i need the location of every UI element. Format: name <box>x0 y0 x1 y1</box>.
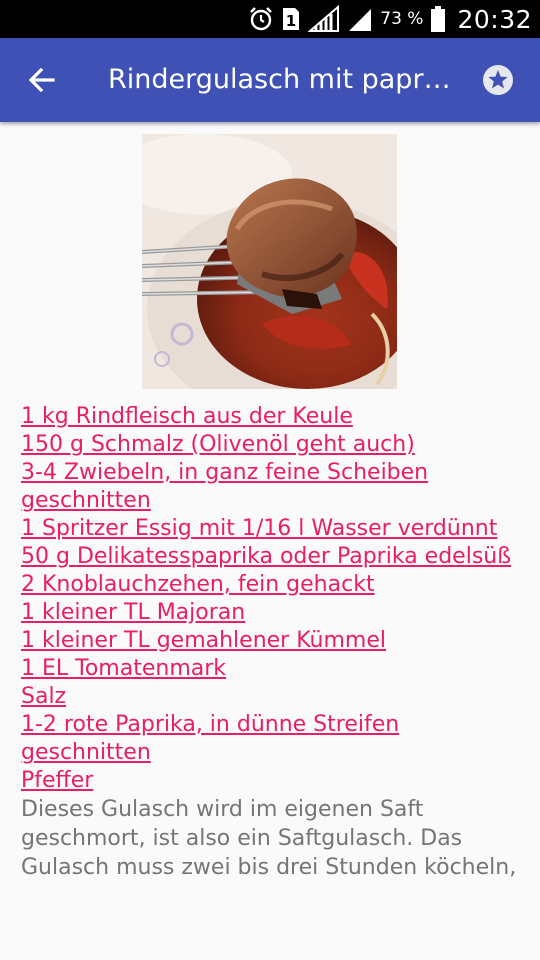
signal-icon <box>308 5 340 33</box>
battery-icon <box>430 5 446 33</box>
arrow-left-icon <box>28 67 55 93</box>
ingredient-link[interactable]: 1 kleiner TL Majoran <box>21 599 531 627</box>
battery-percent: 73 % <box>380 9 424 29</box>
ingredient-link[interactable]: 1 kg Rindfleisch aus der Keule <box>21 403 531 431</box>
star-icon <box>483 65 513 95</box>
sim-icon: 1 <box>281 6 301 32</box>
ingredient-link[interactable]: 50 g Delikatesspaprika oder Paprika edel… <box>21 543 531 571</box>
recipe-description: Dieses Gulasch wird im eigenen Saft gesc… <box>21 797 517 880</box>
ingredient-link[interactable]: 150 g Schmalz (Olivenöl geht auch) <box>21 431 531 459</box>
ingredient-link[interactable]: 1 Spritzer Essig mit 1/16 l Wasser verdü… <box>21 515 531 543</box>
ingredient-link[interactable]: Pfeffer <box>21 767 531 795</box>
favorite-button[interactable] <box>478 60 518 100</box>
page-title: Rindergulasch mit paprika <box>108 64 458 95</box>
clock: 20:32 <box>457 4 532 34</box>
ingredient-link[interactable]: 1 EL Tomatenmark <box>21 655 531 683</box>
ingredient-link[interactable]: 1 kleiner TL gemahlener Kümmel <box>21 627 531 655</box>
back-button[interactable] <box>22 60 62 100</box>
signal-2-icon <box>347 5 373 33</box>
sim-label: 1 <box>286 12 296 30</box>
ingredient-link[interactable]: 1-2 rote Paprika, in dünne Streifen gesc… <box>21 711 531 767</box>
ingredient-link[interactable]: 2 Knoblauchzehen, fein gehackt <box>21 571 531 599</box>
app-bar: Rindergulasch mit paprika <box>0 38 540 122</box>
ingredient-link[interactable]: 3-4 Zwiebeln, in ganz feine Scheiben ges… <box>21 459 531 515</box>
ingredient-list: 1 kg Rindfleisch aus der Keule 150 g Sch… <box>21 403 531 795</box>
status-bar: 1 73 % 20:32 <box>0 0 540 38</box>
recipe-content[interactable]: 1 kg Rindfleisch aus der Keule 150 g Sch… <box>0 122 540 960</box>
alarm-icon <box>248 6 274 32</box>
recipe-photo <box>142 134 397 389</box>
ingredient-link[interactable]: Salz <box>21 683 531 711</box>
